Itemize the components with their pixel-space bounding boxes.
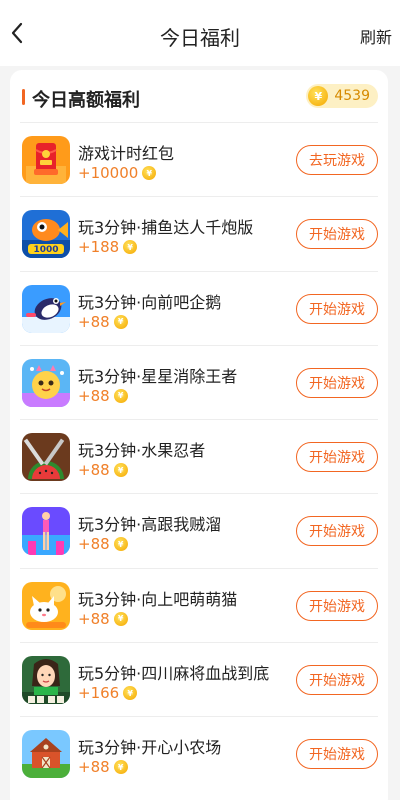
item-name: 玩3分钟·水果忍者 xyxy=(78,441,206,461)
list-item: 玩3分钟·高跟我贼溜 +88 ¥ 开始游戏 xyxy=(20,493,378,567)
welfare-card: 今日高额福利 ¥ 4539 游戏计时红包 +10000 ¥ 去玩游戏 1000 … xyxy=(10,70,388,800)
start-game-button[interactable]: 开始游戏 xyxy=(296,367,378,398)
item-reward: +188 ¥ xyxy=(78,238,138,257)
item-name: 玩3分钟·高跟我贼溜 xyxy=(78,515,222,535)
list-item: 玩3分钟·开心小农场 +88 ¥ 开始游戏 xyxy=(20,716,378,790)
item-name: 玩3分钟·星星消除王者 xyxy=(78,366,238,386)
start-game-button[interactable]: 开始游戏 xyxy=(296,293,378,324)
item-reward: +88 ¥ xyxy=(78,535,128,553)
title-accent-bar xyxy=(22,89,25,105)
start-game-button[interactable]: 开始游戏 xyxy=(296,590,378,621)
penguin-game-icon xyxy=(22,284,70,333)
list-item: 玩3分钟·星星消除王者 +88 ¥ 开始游戏 xyxy=(20,344,378,419)
list-item: 玩3分钟·水果忍者 +88 ¥ 开始游戏 xyxy=(20,419,378,493)
reward-amount: +88 xyxy=(78,535,110,554)
coin-icon: ¥ xyxy=(123,240,138,255)
high-heels-game-icon xyxy=(22,507,70,556)
svg-text:1000: 1000 xyxy=(33,245,58,255)
coin-balance: 4539 xyxy=(334,88,370,104)
reward-amount: +88 xyxy=(78,461,110,480)
refresh-button[interactable]: 刷新 xyxy=(360,24,392,48)
star-match-game-icon xyxy=(22,358,70,407)
reward-amount: +88 xyxy=(78,609,110,628)
coin-icon: ¥ xyxy=(123,686,138,701)
item-reward: +166 ¥ xyxy=(78,684,138,703)
coin-icon: ¥ xyxy=(308,86,329,106)
list-item: 玩3分钟·向上吧萌萌猫 +88 ¥ 开始游戏 xyxy=(20,567,378,642)
item-name: 游戏计时红包 xyxy=(78,144,175,163)
game-list: 游戏计时红包 +10000 ¥ 去玩游戏 1000 玩3分钟·捕鱼达人千炮版 +… xyxy=(10,122,388,791)
list-item: 玩3分钟·向前吧企鹅 +88 ¥ 开始游戏 xyxy=(20,270,378,345)
item-reward: +88 ¥ xyxy=(78,758,128,776)
item-reward: +88 ¥ xyxy=(78,610,128,628)
fishing-game-icon: 1000 xyxy=(22,210,70,259)
reward-amount: +88 xyxy=(78,758,110,777)
item-reward: +88 ¥ xyxy=(78,387,128,405)
coin-icon: ¥ xyxy=(113,463,128,478)
card-header: 今日高额福利 ¥ 4539 xyxy=(10,70,388,122)
reward-amount: +88 xyxy=(78,312,110,331)
item-name: 玩3分钟·向上吧萌萌猫 xyxy=(78,589,238,609)
go-play-button[interactable]: 去玩游戏 xyxy=(296,145,378,175)
section-title: 今日高额福利 xyxy=(32,90,140,111)
mahjong-game-icon xyxy=(22,656,70,705)
item-reward: +88 ¥ xyxy=(78,313,128,331)
reward-amount: +188 xyxy=(78,238,120,257)
coin-balance-badge: ¥ 4539 xyxy=(306,84,378,108)
reward-amount: +166 xyxy=(78,684,120,703)
top-bar: 今日福利 刷新 xyxy=(0,0,400,66)
coin-icon: ¥ xyxy=(113,314,128,329)
item-name: 玩3分钟·开心小农场 xyxy=(78,738,222,758)
reward-amount: +88 xyxy=(78,386,110,405)
start-game-button[interactable]: 开始游戏 xyxy=(296,516,378,547)
list-item: 游戏计时红包 +10000 ¥ 去玩游戏 xyxy=(20,122,378,196)
fruit-ninja-game-icon xyxy=(22,433,70,482)
cute-cat-game-icon xyxy=(22,581,70,630)
coin-icon: ¥ xyxy=(113,611,128,626)
reward-amount: +10000 xyxy=(78,164,139,182)
list-item: 1000 玩3分钟·捕鱼达人千炮版 +188 ¥ 开始游戏 xyxy=(20,196,378,270)
item-reward: +88 ¥ xyxy=(78,461,128,479)
item-name: 玩3分钟·向前吧企鹅 xyxy=(78,292,222,312)
start-game-button[interactable]: 开始游戏 xyxy=(296,219,378,250)
list-item: 玩5分钟·四川麻将血战到底 +166 ¥ 开始游戏 xyxy=(20,642,378,716)
item-reward: +10000 ¥ xyxy=(78,164,157,182)
coin-icon: ¥ xyxy=(113,388,128,403)
page-title: 今日福利 xyxy=(160,26,240,50)
item-name: 玩3分钟·捕鱼达人千炮版 xyxy=(78,218,254,238)
start-game-button[interactable]: 开始游戏 xyxy=(296,442,378,473)
coin-icon: ¥ xyxy=(142,166,157,180)
item-name: 玩5分钟·四川麻将血战到底 xyxy=(78,664,270,684)
red-packet-icon xyxy=(22,136,70,184)
start-game-button[interactable]: 开始游戏 xyxy=(296,665,378,696)
coin-icon: ¥ xyxy=(113,537,128,552)
start-game-button[interactable]: 开始游戏 xyxy=(296,739,378,770)
coin-icon: ¥ xyxy=(113,760,128,775)
farm-game-icon xyxy=(22,730,70,779)
